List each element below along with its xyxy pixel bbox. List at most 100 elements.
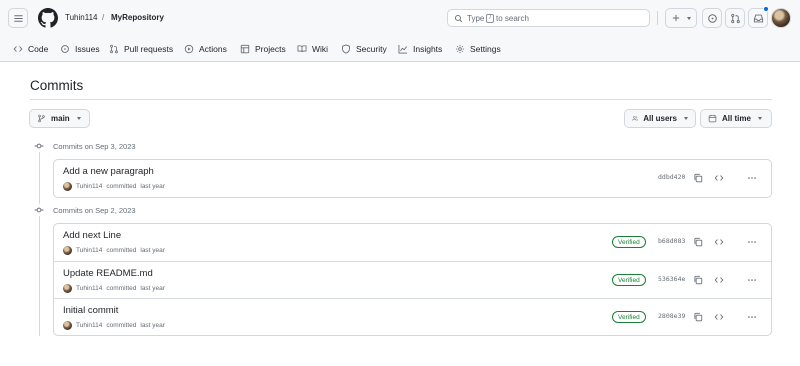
calendar-icon <box>708 114 717 123</box>
tab-security[interactable]: Security <box>341 40 387 58</box>
pull-request-icon <box>110 44 118 54</box>
commit-sha-link[interactable]: ddbd420 <box>658 173 685 181</box>
issues-button[interactable] <box>702 8 722 28</box>
author-link[interactable]: Tuhin114 <box>76 285 102 292</box>
page-title: Commits <box>30 78 84 93</box>
play-icon <box>184 44 194 54</box>
copy-sha-button[interactable] <box>691 310 705 324</box>
tab-actions[interactable]: Actions <box>184 40 227 58</box>
author-link[interactable]: Tuhin114 <box>76 322 102 329</box>
search-shortcut-key: / <box>486 13 495 23</box>
search-input[interactable]: Type / to search <box>447 9 650 27</box>
hamburger-icon <box>13 14 23 22</box>
github-logo-icon[interactable] <box>38 8 58 28</box>
copy-icon <box>694 312 703 322</box>
gear-icon <box>455 44 465 54</box>
pull-request-icon <box>730 13 740 23</box>
copy-sha-button[interactable] <box>691 273 705 287</box>
tab-insights[interactable]: Insights <box>398 40 442 58</box>
tab-pull-requests[interactable]: Pull requests <box>109 40 173 58</box>
commit-group-date: Commits on Sep 3, 2023 <box>53 141 136 151</box>
app-header: Tuhin114 / MyRepository Type / to search <box>0 0 800 62</box>
breadcrumb-separator: / <box>102 13 105 22</box>
tab-settings[interactable]: Settings <box>455 40 501 58</box>
more-actions-button[interactable] <box>745 171 759 185</box>
browse-files-button[interactable] <box>712 310 726 324</box>
verified-badge[interactable]: Verified <box>612 236 646 248</box>
commit-message-link[interactable]: Update README.md <box>63 268 153 279</box>
commit-sha-link[interactable]: 536364e <box>658 275 685 283</box>
commit-sha-link[interactable]: 2808e39 <box>658 312 685 320</box>
commit-meta: Tuhin114 committed last year <box>63 284 165 293</box>
commit-meta: Tuhin114 committed last year <box>63 321 165 330</box>
kebab-horizontal-icon <box>748 241 756 243</box>
commit-group-date: Commits on Sep 2, 2023 <box>53 205 136 215</box>
tab-code[interactable]: Code <box>13 40 48 58</box>
time-filter-label: All time <box>722 114 751 123</box>
tab-pull-requests-label: Pull requests <box>124 44 174 54</box>
search-icon <box>454 14 463 22</box>
author-avatar[interactable] <box>63 182 72 191</box>
commit-time: last year <box>140 322 165 329</box>
tab-wiki[interactable]: Wiki <box>297 40 328 58</box>
tab-actions-label: Actions <box>199 44 227 54</box>
browse-files-button[interactable] <box>712 235 726 249</box>
branch-selector-button[interactable]: main <box>29 109 90 128</box>
chevron-down-icon <box>757 117 762 120</box>
more-actions-button[interactable] <box>745 273 759 287</box>
commit-sha-link[interactable]: b68d083 <box>658 237 685 245</box>
code-icon <box>714 277 724 283</box>
author-avatar[interactable] <box>63 321 72 330</box>
tab-issues-label: Issues <box>75 44 100 54</box>
verified-badge[interactable]: Verified <box>612 274 646 286</box>
commit-action: committed <box>106 285 137 292</box>
branch-icon <box>38 114 45 123</box>
inbox-icon <box>753 14 763 22</box>
menu-button[interactable] <box>8 8 28 28</box>
verified-badge[interactable]: Verified <box>612 311 646 323</box>
users-filter-button[interactable]: All users <box>624 109 696 128</box>
commit-node-icon <box>33 140 45 152</box>
tab-wiki-label: Wiki <box>312 44 329 54</box>
commit-meta: Tuhin114 committed last year <box>63 246 165 255</box>
unread-indicator-dot <box>763 6 769 12</box>
graph-icon <box>398 44 408 54</box>
pull-requests-button[interactable] <box>725 8 745 28</box>
book-icon <box>297 45 307 53</box>
commit-action: committed <box>106 322 137 329</box>
create-new-button[interactable] <box>665 8 697 28</box>
copy-icon <box>694 173 703 183</box>
commit-time: last year <box>140 247 165 254</box>
copy-sha-button[interactable] <box>691 171 705 185</box>
tab-insights-label: Insights <box>413 44 443 54</box>
browse-files-button[interactable] <box>712 171 726 185</box>
timeline-line <box>39 140 40 336</box>
repo-link[interactable]: MyRepository <box>111 13 164 22</box>
more-actions-button[interactable] <box>745 310 759 324</box>
title-divider <box>30 99 772 100</box>
commit-message-link[interactable]: Initial commit <box>63 305 118 316</box>
tab-projects[interactable]: Projects <box>240 40 286 58</box>
author-link[interactable]: Tuhin114 <box>76 183 102 190</box>
commit-meta: Tuhin114 committed last year <box>63 182 165 191</box>
commit-action: committed <box>106 247 137 254</box>
tab-issues[interactable]: Issues <box>60 40 100 58</box>
more-actions-button[interactable] <box>745 235 759 249</box>
commit-message-link[interactable]: Add a new paragraph <box>63 166 154 177</box>
commit-list: Add next Line Tuhin114 committed last ye… <box>53 223 772 336</box>
header-divider <box>657 11 658 25</box>
code-icon <box>714 175 724 181</box>
code-icon <box>714 314 724 320</box>
author-avatar[interactable] <box>63 246 72 255</box>
tab-security-label: Security <box>356 44 387 54</box>
chevron-down-icon <box>76 117 81 120</box>
search-prefix: Type <box>467 13 485 23</box>
user-avatar[interactable] <box>771 8 791 28</box>
copy-sha-button[interactable] <box>691 235 705 249</box>
owner-link[interactable]: Tuhin114 <box>65 13 97 22</box>
browse-files-button[interactable] <box>712 273 726 287</box>
author-link[interactable]: Tuhin114 <box>76 247 102 254</box>
author-avatar[interactable] <box>63 284 72 293</box>
time-filter-button[interactable]: All time <box>700 109 772 128</box>
commit-message-link[interactable]: Add next Line <box>63 230 121 241</box>
